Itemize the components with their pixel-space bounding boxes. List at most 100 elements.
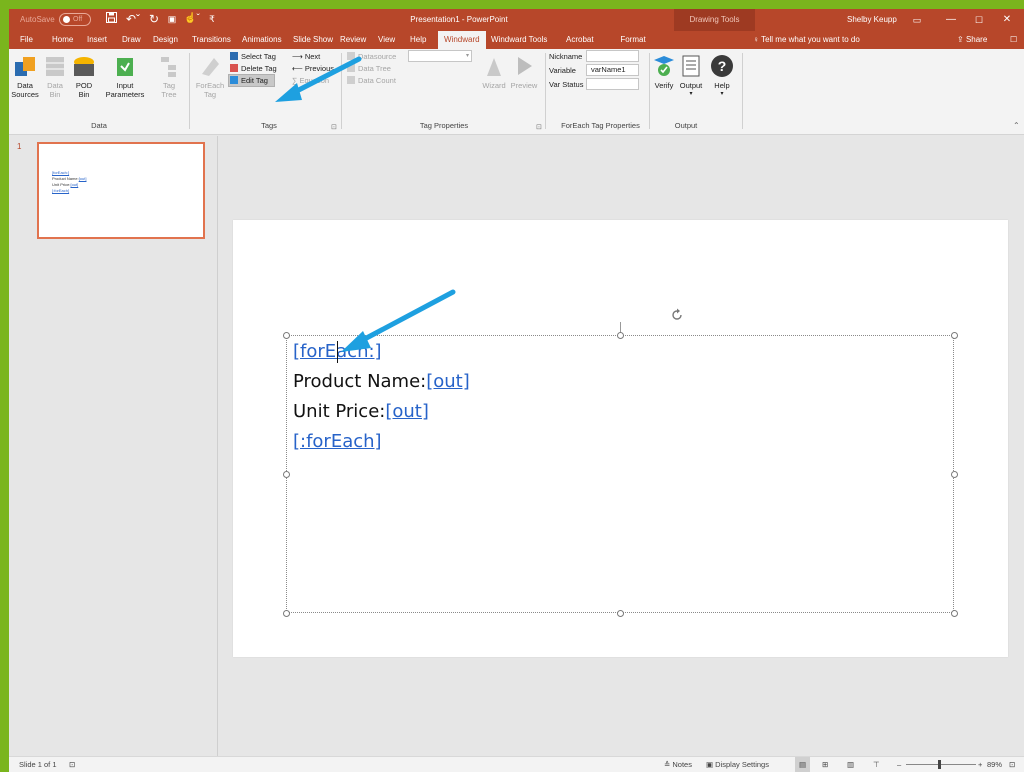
resize-handle[interactable]: [617, 610, 624, 617]
var-status-label: Var Status: [549, 80, 584, 89]
accessibility-icon[interactable]: ⊡: [69, 757, 75, 772]
title-bar: AutoSave Off ↶ˇ ↻ ▣ ☝ˇ ₹ Presentation1 -…: [9, 9, 1024, 31]
var-status-field[interactable]: [586, 78, 639, 90]
tab-slide-show[interactable]: Slide Show: [293, 31, 333, 49]
zoom-in-icon[interactable]: +: [978, 757, 982, 772]
tab-transitions[interactable]: Transitions: [192, 31, 231, 49]
tags-launcher-icon[interactable]: ⊡: [331, 123, 337, 131]
help-button[interactable]: ? Help ▾: [709, 54, 735, 99]
slide-thumbnail[interactable]: [forEach:] Product Name:[out] Unit Price…: [37, 142, 205, 239]
share-button[interactable]: ⇪ Share: [957, 31, 987, 49]
slideshow-icon[interactable]: ▣: [165, 11, 179, 27]
verify-icon: [654, 56, 674, 76]
tab-help[interactable]: Help: [410, 31, 426, 49]
variable-field[interactable]: varName1: [586, 64, 639, 76]
product-name-text: Product Name:: [293, 371, 427, 392]
text-line-2[interactable]: Product Name:[out]: [293, 371, 470, 392]
maximize-icon[interactable]: ☐: [971, 12, 987, 28]
data-sources-label: Data Sources: [11, 81, 39, 99]
thumb-text: Unit Price:: [52, 182, 71, 187]
output-button[interactable]: Output ▾: [676, 54, 706, 99]
datasource-dropdown[interactable]: ▾: [408, 50, 472, 62]
minimize-icon[interactable]: —: [943, 12, 959, 28]
save-icon[interactable]: [104, 11, 118, 27]
tab-insert[interactable]: Insert: [87, 31, 107, 49]
wizard-label: Wizard: [482, 81, 506, 90]
resize-handle[interactable]: [283, 610, 290, 617]
tell-me-box[interactable]: ♀ Tell me what you want to do: [753, 31, 860, 49]
undo-icon[interactable]: ↶ˇ: [123, 11, 143, 27]
out-tag[interactable]: [out]: [426, 371, 470, 392]
preview-button[interactable]: Preview: [509, 54, 539, 90]
tag-properties-launcher-icon[interactable]: ⊡: [536, 123, 542, 131]
resize-handle[interactable]: [951, 610, 958, 617]
ribbon-display-icon[interactable]: ▭: [909, 12, 925, 28]
resize-handle[interactable]: [951, 332, 958, 339]
tab-design[interactable]: Design: [153, 31, 178, 49]
resize-handle[interactable]: [283, 332, 290, 339]
tab-view[interactable]: View: [378, 31, 395, 49]
zoom-level[interactable]: 89%: [987, 757, 1002, 772]
zoom-slider[interactable]: [906, 764, 976, 765]
tag-tree-button[interactable]: Tag Tree: [157, 54, 181, 99]
tag-tree-label: Tag Tree: [161, 81, 177, 99]
rotate-handle-icon[interactable]: [670, 308, 684, 322]
tab-format[interactable]: Format: [613, 31, 653, 49]
foreach-tag-icon: [202, 58, 219, 76]
customize-qat-icon[interactable]: ₹: [207, 11, 217, 27]
powerpoint-window: AutoSave Off ↶ˇ ↻ ▣ ☝ˇ ₹ Presentation1 -…: [9, 9, 1024, 772]
comments-icon[interactable]: ☐: [1010, 31, 1017, 49]
foreach-end-tag[interactable]: [:forEach]: [293, 431, 382, 452]
pod-bin-button[interactable]: POD Bin: [70, 54, 98, 99]
tab-draw[interactable]: Draw: [122, 31, 141, 49]
resize-handle[interactable]: [617, 332, 624, 339]
display-settings-button[interactable]: ▣ Display Settings: [706, 757, 769, 772]
zoom-slider-thumb[interactable]: [938, 760, 941, 769]
wizard-icon: [487, 58, 501, 76]
foreach-tag-button[interactable]: ForEach Tag: [195, 54, 225, 99]
nickname-field[interactable]: [586, 50, 639, 62]
collapse-ribbon-icon[interactable]: ⌃: [1013, 121, 1020, 130]
thumb-line-2: Product Name:[out]: [52, 176, 86, 181]
out-tag[interactable]: [out]: [385, 401, 429, 422]
autosave-toggle[interactable]: Off: [59, 13, 91, 26]
edit-tag-icon: [230, 76, 238, 84]
zoom-out-icon[interactable]: –: [897, 757, 901, 772]
input-parameters-button[interactable]: Input Parameters: [100, 54, 150, 99]
touch-mode-icon[interactable]: ☝ˇ: [183, 11, 201, 27]
redo-icon[interactable]: ↻: [147, 11, 161, 27]
drawing-tools-context: Drawing Tools: [674, 9, 755, 31]
close-icon[interactable]: ✕: [999, 12, 1015, 28]
tab-home[interactable]: Home: [52, 31, 73, 49]
delete-tag-icon: [230, 64, 238, 72]
tab-windward[interactable]: Windward: [438, 31, 486, 49]
resize-handle[interactable]: [951, 471, 958, 478]
user-name[interactable]: Shelby Keupp: [847, 15, 897, 24]
fit-to-window-icon[interactable]: ⊡: [1009, 757, 1015, 772]
notes-button[interactable]: ≙ Notes: [664, 757, 692, 772]
tab-animations[interactable]: Animations: [242, 31, 282, 49]
help-label: Help: [714, 81, 730, 90]
slide-sorter-icon[interactable]: ⊞: [822, 757, 828, 772]
text-box[interactable]: [forEach:] Product Name:[out] Unit Price…: [283, 308, 958, 617]
group-separator: [742, 53, 743, 129]
text-line-4[interactable]: [:forEach]: [293, 431, 382, 452]
data-sources-button[interactable]: Data Sources: [10, 54, 40, 99]
tab-acrobat[interactable]: Acrobat: [566, 31, 594, 49]
wizard-button[interactable]: Wizard: [479, 54, 509, 90]
reading-view-icon[interactable]: ▥: [847, 757, 854, 772]
tab-file[interactable]: File: [20, 31, 33, 49]
resize-handle[interactable]: [283, 471, 290, 478]
output-icon: [682, 55, 700, 77]
text-line-3[interactable]: Unit Price:[out]: [293, 401, 429, 422]
verify-button[interactable]: Verify: [650, 54, 678, 90]
slideshow-view-icon[interactable]: ⊤: [873, 757, 880, 772]
data-bin-button[interactable]: Data Bin: [43, 54, 67, 99]
tab-review[interactable]: Review: [340, 31, 366, 49]
group-separator: [189, 53, 190, 129]
unit-price-text: Unit Price:: [293, 401, 386, 422]
tab-windward-tools[interactable]: Windward Tools: [491, 31, 547, 49]
normal-view-icon[interactable]: ▤: [795, 757, 811, 772]
edit-tag-button[interactable]: Edit Tag: [230, 75, 268, 86]
callout-arrow-slide-icon: [341, 289, 456, 352]
